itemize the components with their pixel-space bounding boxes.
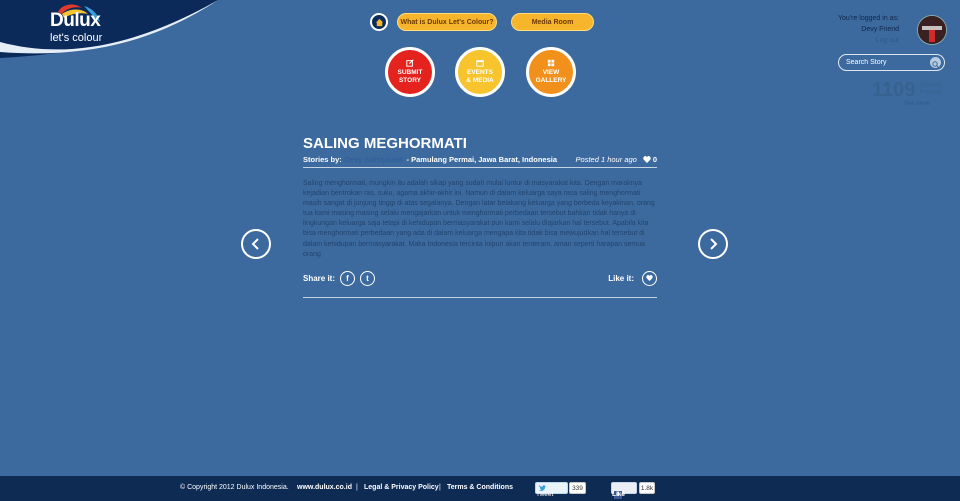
events-media-label-1: EVENTS bbox=[466, 69, 493, 76]
terms-conditions-link[interactable]: Terms & Conditions bbox=[447, 484, 513, 491]
brand-tagline: let's colour bbox=[50, 32, 103, 44]
chevron-right-icon bbox=[710, 238, 718, 250]
media-room-button[interactable]: Media Room bbox=[511, 13, 594, 31]
legal-privacy-link[interactable]: Legal & Privacy Policy bbox=[364, 484, 439, 491]
divider bbox=[303, 296, 657, 298]
like-label: Like it: bbox=[608, 273, 634, 283]
story-author-link[interactable]: Devy Sulistyawati bbox=[345, 155, 404, 164]
facebook-like-count: 1.8k bbox=[639, 482, 655, 494]
stories-by-label: Stories by: bbox=[303, 155, 342, 164]
footer-separator: | bbox=[356, 484, 358, 491]
events-media-button[interactable]: EVENTS & MEDIA bbox=[455, 47, 505, 97]
story-location: - Pamulang Permai, Jawa Barat, Indonesia bbox=[406, 155, 558, 164]
tweet-button[interactable]: Tweet bbox=[535, 482, 568, 498]
avatar[interactable] bbox=[917, 15, 947, 45]
next-story-button[interactable] bbox=[698, 229, 728, 259]
like-count-value: 0 bbox=[652, 155, 657, 164]
story-posted-time: Posted 1 hour ago bbox=[575, 155, 637, 164]
view-gallery-label-1: VIEW bbox=[542, 69, 560, 76]
heart-icon bbox=[646, 275, 653, 282]
footer: © Copyright 2012 Dulux Indonesia. www.du… bbox=[0, 476, 960, 501]
grid-icon bbox=[547, 59, 555, 67]
user-name: Devy Friend bbox=[861, 26, 899, 33]
facebook-like-label: Like bbox=[612, 491, 626, 498]
story-meta: Stories by: Devy Sulistyawati - Pamulang… bbox=[303, 155, 657, 164]
search-box[interactable] bbox=[838, 54, 945, 71]
story-panel: SALING MEGHORMATI Stories by: Devy Sulis… bbox=[303, 135, 657, 298]
see-more-link[interactable]: See more bbox=[904, 101, 930, 107]
stories-count-label: Stories Posted bbox=[920, 82, 942, 96]
stories-label: Stories bbox=[920, 82, 942, 89]
twitter-share-button[interactable]: t bbox=[360, 270, 376, 286]
submit-story-label-2: STORY bbox=[398, 77, 422, 84]
divider bbox=[303, 167, 657, 168]
tweet-label: Tweet bbox=[536, 491, 554, 498]
brand-name: Dulux bbox=[50, 10, 101, 31]
events-media-label-2: & MEDIA bbox=[466, 77, 494, 84]
like-button[interactable] bbox=[642, 270, 657, 286]
logged-in-text: You're logged in as: bbox=[837, 15, 899, 22]
previous-story-button[interactable] bbox=[241, 229, 271, 259]
copyright-text: © Copyright 2012 Dulux Indonesia. bbox=[180, 484, 289, 491]
story-title: SALING MEGHORMATI bbox=[303, 135, 467, 152]
home-icon bbox=[375, 18, 383, 26]
footer-separator: | bbox=[439, 484, 441, 491]
story-body: Saling menghormati, mungkin itu adalah s… bbox=[303, 180, 655, 258]
facebook-icon: f bbox=[346, 273, 349, 283]
logout-link[interactable]: Log out bbox=[876, 37, 899, 44]
edit-icon bbox=[406, 59, 414, 67]
like-count: 0 bbox=[643, 155, 657, 164]
chevron-left-icon bbox=[251, 238, 259, 250]
facebook-share-button[interactable]: f bbox=[340, 270, 356, 286]
submit-story-label-1: SUBMIT bbox=[397, 69, 423, 76]
heart-icon bbox=[643, 156, 651, 163]
view-gallery-label-2: GALLERY bbox=[535, 77, 567, 84]
dulux-site-link[interactable]: www.dulux.co.id bbox=[297, 484, 352, 491]
submit-story-button[interactable]: SUBMIT STORY bbox=[385, 47, 435, 97]
calendar-icon bbox=[476, 60, 484, 67]
search-icon[interactable] bbox=[930, 57, 941, 68]
share-row: Share it: f t Like it: bbox=[303, 270, 657, 286]
what-is-dulux-button[interactable]: What is Dulux Let's Colour? bbox=[397, 13, 497, 31]
share-label: Share it: bbox=[303, 273, 336, 283]
dulux-logo[interactable]: Dulux let's colour bbox=[0, 0, 230, 62]
posted-label: Posted bbox=[920, 89, 942, 96]
search-input[interactable] bbox=[846, 57, 926, 68]
tweet-count: 339 bbox=[569, 482, 586, 494]
facebook-like-button[interactable]: f Like bbox=[611, 482, 637, 499]
twitter-icon: t bbox=[366, 273, 369, 283]
view-gallery-button[interactable]: VIEW GALLERY bbox=[526, 47, 576, 97]
home-button[interactable] bbox=[370, 13, 388, 31]
stories-count: 1109 bbox=[872, 79, 916, 101]
